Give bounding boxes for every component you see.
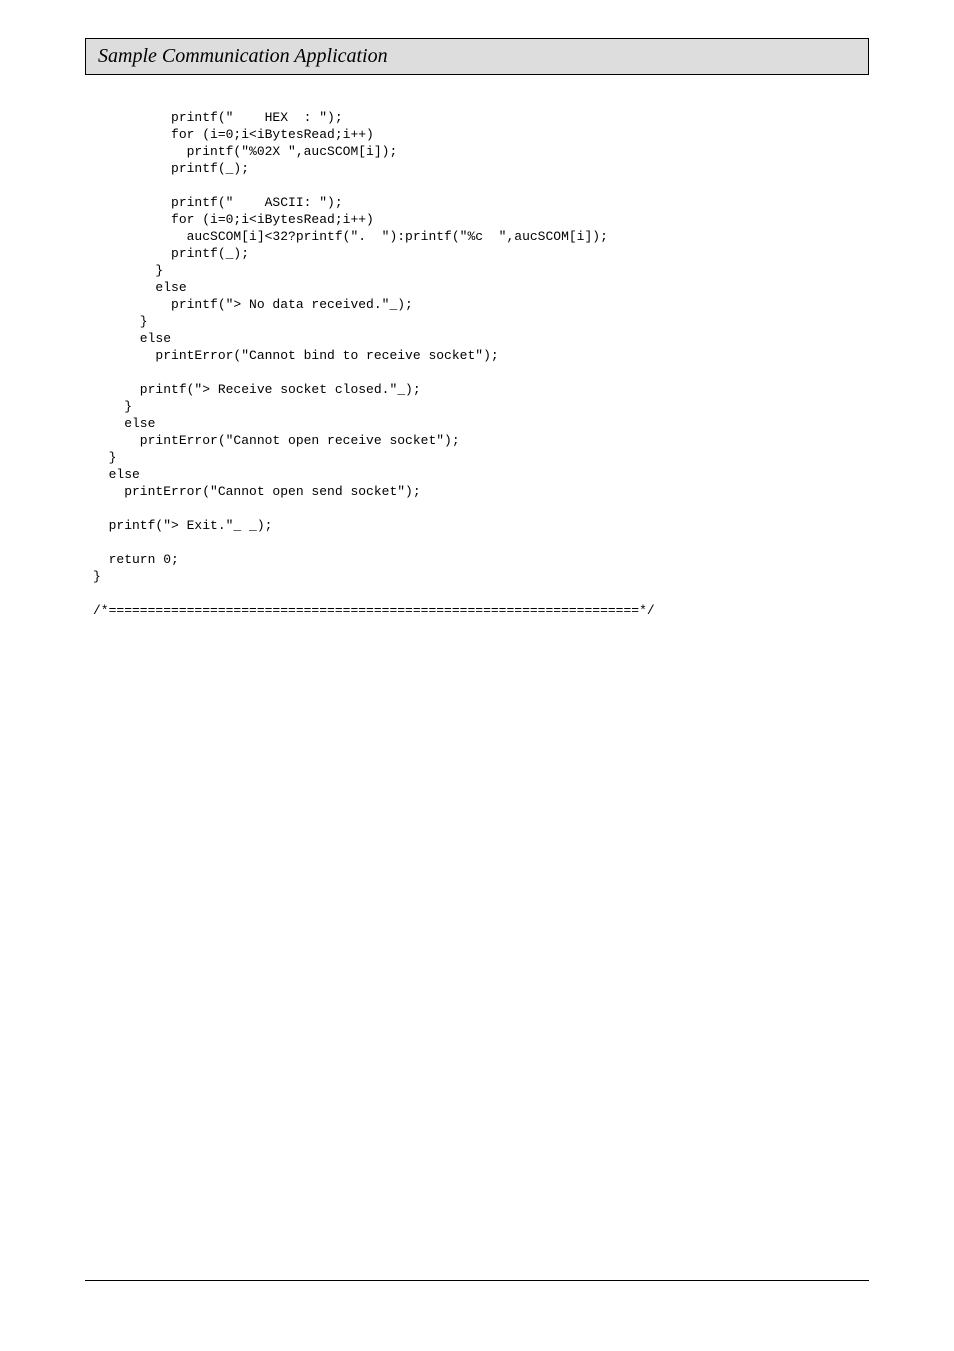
- footer-divider: [85, 1280, 869, 1281]
- header-title: Sample Communication Application: [98, 45, 388, 67]
- code-listing: printf(" HEX : "); for (i=0;i<iBytesRead…: [93, 109, 869, 619]
- page-header: Sample Communication Application: [85, 38, 869, 75]
- page-container: Sample Communication Application printf(…: [0, 0, 954, 1351]
